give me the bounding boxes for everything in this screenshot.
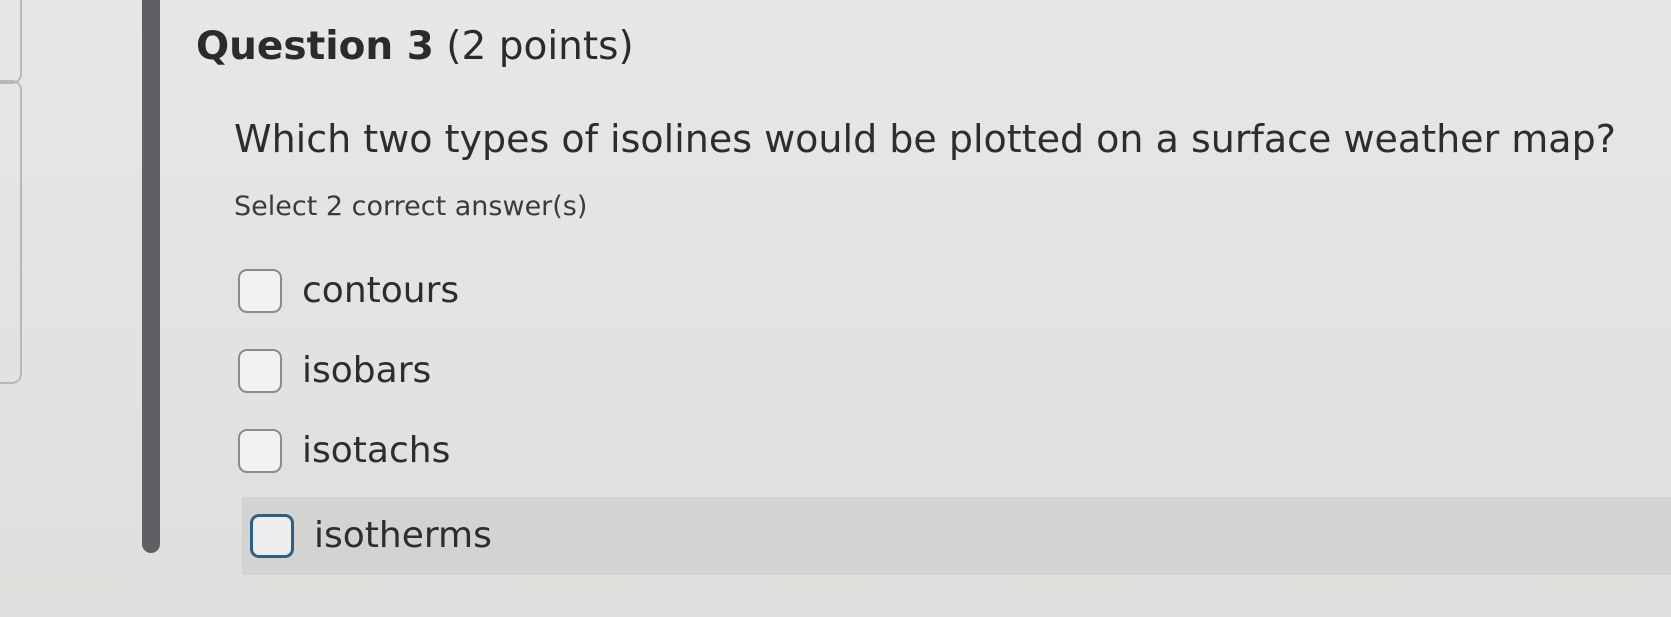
option-label: isobars [302,350,432,391]
answer-option-isotherms[interactable]: isotherms [242,497,1671,575]
checkbox[interactable] [250,514,294,558]
previous-panel-edge [0,0,22,84]
answer-instruction: Select 2 correct answer(s) [234,191,588,222]
question-prompt: Which two types of isolines would be plo… [234,117,1616,161]
question-number: Question 3 [196,24,434,69]
question-points: (2 points) [446,24,634,69]
checkbox[interactable] [238,429,282,473]
checkbox[interactable] [238,269,282,313]
checkbox[interactable] [238,349,282,393]
question-title: Question 3 (2 points) [196,24,634,70]
answer-option-isotachs[interactable]: isotachs [238,418,450,484]
option-label: contours [302,270,460,311]
answer-option-isobars[interactable]: isobars [238,338,431,404]
question-accent-bar [142,0,160,553]
answer-option-contours[interactable]: contours [238,258,459,324]
option-label: isotachs [302,430,451,471]
quiz-page: Question 3 (2 points) Which two types of… [0,0,1671,617]
side-panel-edge [0,80,22,384]
option-label: isotherms [314,515,492,556]
